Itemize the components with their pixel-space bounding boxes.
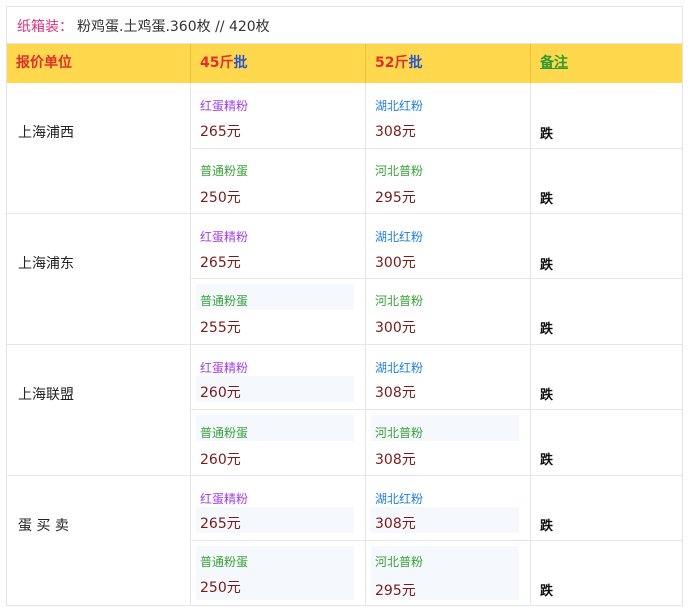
price-value: 265元 [200,124,241,140]
product-name: 河北普粉 [375,426,424,440]
remark-text: 跌 [540,453,554,468]
product-name: 湖北红粉 [375,99,424,113]
remark-text: 跌 [540,258,554,273]
price-value: 308元 [375,385,416,401]
price-value: 250元 [200,580,241,596]
location-label: 上海浦西 [18,125,74,141]
price-value: 265元 [200,255,241,271]
remark-text: 跌 [540,584,554,599]
product-name: 红蛋精粉 [200,230,249,244]
price-value: 308元 [375,516,416,532]
price-value: 308元 [375,124,416,140]
price-value: 250元 [200,190,241,206]
price-value: 295元 [375,583,416,599]
price-value: 255元 [200,320,241,336]
product-name: 红蛋精粉 [200,361,249,375]
price-value: 260元 [200,385,241,401]
location-label: 蛋 买 卖 [18,518,69,534]
remark-text: 跌 [540,322,554,337]
product-name: 普通粉蛋 [200,164,249,178]
remark-text: 跌 [540,519,554,534]
product-name: 湖北红粉 [375,230,424,244]
price-value: 300元 [375,320,416,336]
product-name: 普通粉蛋 [200,555,249,569]
product-name: 河北普粉 [375,294,424,308]
location-label: 上海联盟 [18,387,74,403]
location-label: 上海浦东 [18,256,74,272]
price-value: 308元 [375,452,416,468]
product-name: 湖北红粉 [375,361,424,375]
product-name: 河北普粉 [375,164,424,178]
product-name: 普通粉蛋 [200,426,249,440]
price-value: 265元 [200,516,241,532]
remark-text: 跌 [540,192,554,207]
remark-text: 跌 [540,388,554,403]
price-value: 295元 [375,190,416,206]
price-value: 260元 [200,452,241,468]
product-name: 河北普粉 [375,555,424,569]
price-value: 300元 [375,255,416,271]
product-name: 红蛋精粉 [200,492,249,506]
product-name: 红蛋精粉 [200,99,249,113]
remark-text: 跌 [540,127,554,142]
product-name: 普通粉蛋 [200,294,249,308]
product-name: 湖北红粉 [375,492,424,506]
